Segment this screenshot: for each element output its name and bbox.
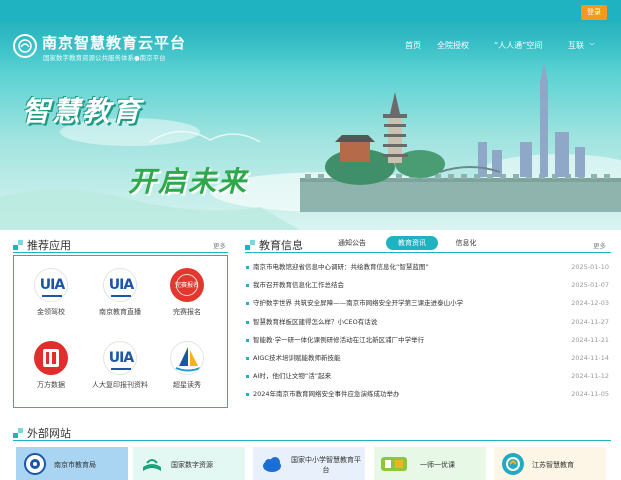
section-square-icon [245,240,255,250]
jiangsu-edu-icon [502,453,524,475]
external-site-label: 江苏智慧教育 [532,461,574,469]
sailboat-icon [170,341,204,375]
external-title-text: 外部网站 [27,427,71,440]
app-label: 万方数据 [37,381,65,389]
app-item[interactable]: 万方数据 [21,341,81,390]
nav-renrentong[interactable]: “人人通”空间 [494,40,542,51]
edu-title-text: 教育信息 [259,239,303,252]
site-title[interactable]: 南京智慧教育云平台 [42,32,186,53]
page: 登录 南京智慧教育云平台 国家数字教育资源公共服务体系●南京平台 首页 全院授权… [0,0,621,480]
nanjing-edu-emblem-icon [24,453,46,475]
youke-icon [380,453,408,475]
recommend-section-title: 推荐应用 [13,237,71,253]
tab-informatization[interactable]: 信息化 [446,236,486,250]
external-site-label: 南京市教育局 [54,461,96,469]
site-logo-icon[interactable] [13,34,37,58]
bullet-icon [246,302,249,306]
news-title[interactable]: 南京市电教馆迎省信息中心调研：共绘教育信息化“智慧蓝图” [253,258,429,276]
nav-hudong-label: 互联 [568,41,584,50]
external-site-link[interactable]: 江苏智慧教育 [494,447,606,480]
edu-more-link[interactable]: 更多 [593,240,606,250]
login-button[interactable]: 登录 [581,5,607,20]
wanfang-icon [34,341,68,375]
nav-auth[interactable]: 全院授权 [437,40,469,51]
bullet-icon [246,356,249,360]
news-title[interactable]: AIGC技术培训赋能教师新技能 [253,349,340,367]
news-date: 2024-11-27 [571,317,609,326]
external-site-label: 一师一优课 [420,461,455,469]
news-list: 南京市电教馆迎省信息中心调研：共绘教育信息化“智慧蓝图” 2025-01-10 我… [245,258,611,404]
divider [245,252,611,253]
uia-logo-icon: UIA [103,268,137,302]
news-title[interactable]: 守护数字世界 共筑安全屏障——南京市网络安全开学第三课走进泰山小学 [253,294,463,312]
app-label: 南京教育直播 [99,308,141,316]
chevron-down-icon: ﹀ [589,43,596,50]
recommend-apps-panel: UIA 金领驾校 UIA 南京教育直播 完赛报名 完赛报名 万方数据 UIA 人… [13,255,228,408]
top-strip: 登录 [0,0,621,22]
app-item[interactable]: UIA 人大复印报刊资料 [90,341,150,390]
bullet-icon [246,338,249,342]
news-item[interactable]: AI时，他们让文物“活”起来 2024-11-12 [245,367,611,385]
news-title[interactable]: 智慧教育样板区建得怎么样？小CEO有话说 [253,313,377,331]
external-site-label: 国家中小学智慧教育平台 [291,456,361,474]
news-item[interactable]: 智能教·学一研一体化课例研修活动在江北新区浦厂中学举行 2024-11-21 [245,331,611,349]
divider [13,252,228,253]
app-item[interactable]: UIA 金领驾校 [21,268,81,317]
bullet-icon [246,284,249,288]
news-item[interactable]: 南京市电教馆迎省信息中心调研：共绘教育信息化“智慧蓝图” 2025-01-10 [245,258,611,276]
news-date: 2025-01-07 [571,281,609,290]
app-item[interactable]: 完赛报名 完赛报名 [157,268,217,317]
app-item[interactable]: 超星读秀 [157,341,217,390]
news-date: 2025-01-10 [571,263,609,271]
external-site-link[interactable]: 国家中小学智慧教育平台 [253,447,365,480]
news-item[interactable]: 智慧教育样板区建得怎么样？小CEO有话说 2024-11-27 [245,313,611,331]
cloud-icon [261,453,283,475]
news-item[interactable]: AIGC技术培训赋能教师新技能 2024-11-14 [245,349,611,367]
hero-banner: 南京智慧教育云平台 国家数字教育资源公共服务体系●南京平台 首页 全院授权 “人… [0,22,621,230]
book-icon [141,453,163,475]
bullet-icon [246,266,249,269]
divider [13,440,611,441]
nav-home[interactable]: 首页 [405,40,421,51]
news-title[interactable]: 智能教·学一研一体化课例研修活动在江北新区浦厂中学举行 [253,331,424,349]
news-title[interactable]: 我市召开教育信息化工作总结会 [253,276,344,294]
external-site-link[interactable]: 国家数字资源 [133,447,245,480]
external-site-link[interactable]: 一师一优课 [374,447,486,480]
app-label: 超星读秀 [173,381,201,389]
news-title[interactable]: AI时，他们让文物“活”起来 [253,367,331,385]
news-title[interactable]: 2024年南京市教育网络安全事件应急演练成功举办 [253,385,400,403]
news-date: 2024-11-05 [571,390,609,399]
recommend-more-link[interactable]: 更多 [213,240,226,250]
external-section-title: 外部网站 [13,425,71,441]
red-seal-icon: 完赛报名 [170,268,204,302]
uia-logo-icon: UIA [103,341,137,375]
banner-slogan-1: 智慧教育 [22,95,143,128]
section-square-icon [13,240,23,250]
site-subtitle: 国家数字教育资源公共服务体系●南京平台 [43,54,166,62]
edu-section-title: 教育信息 [245,237,303,253]
app-item[interactable]: UIA 南京教育直播 [90,268,150,317]
news-item[interactable]: 我市召开教育信息化工作总结会 2025-01-07 [245,276,611,294]
section-square-icon [13,428,23,438]
bullet-icon [246,375,249,379]
external-site-label: 国家数字资源 [171,461,213,469]
app-label: 金领驾校 [37,308,65,316]
bullet-icon [246,320,249,324]
tab-notice[interactable]: 通知公告 [330,236,374,250]
news-item[interactable]: 2024年南京市教育网络安全事件应急演练成功举办 2024-11-05 [245,385,611,403]
news-date: 2024-11-14 [571,353,609,362]
uia-logo-icon: UIA [34,268,68,302]
external-site-link[interactable]: 南京市教育局 [16,447,128,480]
news-date: 2024-11-12 [571,372,609,381]
app-label: 人大复印报刊资料 [92,381,148,389]
app-label: 完赛报名 [173,308,201,316]
recommend-title-text: 推荐应用 [27,239,71,252]
news-item[interactable]: 守护数字世界 共筑安全屏障——南京市网络安全开学第三课走进泰山小学 2024-12… [245,294,611,312]
nav-hudong[interactable]: 互联 ﹀ [568,40,595,51]
bullet-icon [246,393,249,397]
news-date: 2024-12-03 [571,299,609,308]
news-date: 2024-11-21 [571,335,609,344]
banner-slogan-2: 开启未来 [128,165,249,198]
tab-news[interactable]: 教育资讯 [386,236,438,250]
